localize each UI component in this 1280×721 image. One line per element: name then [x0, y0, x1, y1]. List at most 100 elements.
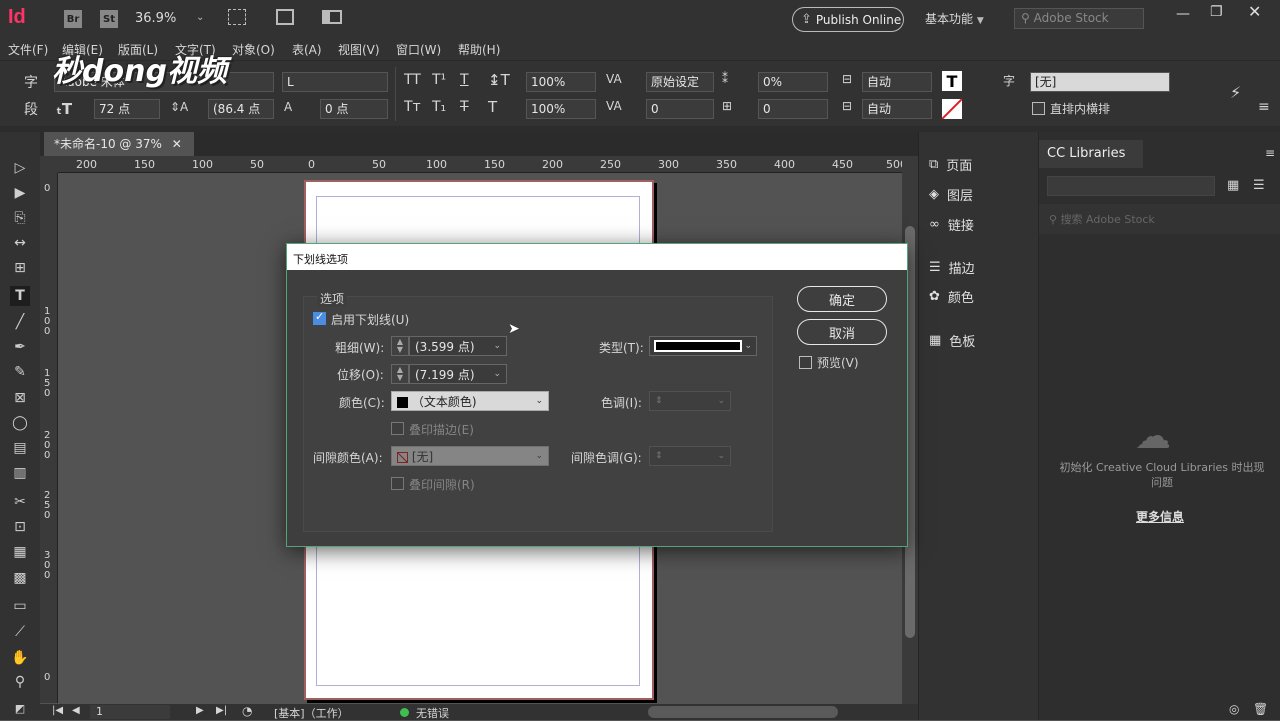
selection-tool-icon[interactable]: ▷ [10, 158, 30, 178]
page-tool-icon[interactable]: ⎘ [10, 208, 30, 228]
small-caps-icon[interactable]: Tт [404, 99, 421, 115]
layers-panel-button[interactable]: ◈ 图层 [929, 182, 973, 206]
zoom-dropdown-icon[interactable]: ⌄ [196, 12, 204, 23]
kerning-field[interactable]: 0 点 [320, 99, 388, 119]
menu-object[interactable]: 对象(O) [232, 41, 275, 58]
ok-button[interactable]: 确定 [797, 286, 887, 312]
direct-selection-tool-icon[interactable]: ▶ [10, 183, 30, 203]
sync-icon[interactable]: ◎ [1229, 702, 1239, 716]
last-page-icon[interactable]: ▶| [216, 705, 227, 716]
ruler-origin[interactable] [40, 156, 58, 173]
minimize-window-icon[interactable]: — [1176, 6, 1190, 22]
horizontal-ruler[interactable]: 200 150 100 50 0 50 100 150 200 250 300 … [58, 156, 907, 173]
gap-color-dropdown[interactable]: [无] ⌄ [391, 446, 549, 466]
overprint-stroke-checkbox[interactable] [391, 422, 404, 435]
pencil-tool-icon[interactable]: ✎ [10, 362, 30, 382]
color-panel-button[interactable]: ✿ 颜色 [929, 284, 974, 308]
restore-window-icon[interactable]: ❐ [1210, 4, 1223, 20]
publish-online-button[interactable]: ⇪ Publish Online [792, 7, 904, 32]
weight-stepper[interactable]: ▲ ▼ [391, 336, 409, 356]
panel-menu-icon[interactable]: ≡ [1258, 99, 1270, 115]
next-page-icon[interactable]: ▶ [196, 705, 204, 716]
first-page-icon[interactable]: |◀ [52, 705, 63, 716]
previous-page-icon[interactable]: ◀ [72, 705, 80, 716]
weight-field[interactable]: (3.599 点) ⌄ [409, 336, 507, 356]
strikethrough-icon[interactable]: T [460, 99, 469, 115]
document-tab[interactable]: *未命名-10 @ 37% ✕ [44, 132, 194, 156]
gradient-feather-tool-icon[interactable]: ▩ [10, 568, 30, 588]
font-style-field[interactable]: L [282, 72, 388, 92]
preflight-status[interactable]: 无错误 [416, 705, 449, 721]
delete-icon[interactable]: 🗑 [1253, 702, 1268, 716]
mojikumi-after-field[interactable]: 自动 [862, 99, 932, 119]
menu-table[interactable]: 表(A) [292, 41, 322, 58]
horizontal-scale-field[interactable]: 100% [526, 99, 596, 119]
eyedropper-tool-icon[interactable]: ⟋ [10, 622, 30, 642]
pages-panel-button[interactable]: ⧉ 页面 [929, 152, 972, 176]
paragraph-mode-button[interactable]: 段 [24, 99, 38, 119]
panel-menu-icon[interactable]: ≡ [1265, 146, 1275, 160]
menu-file[interactable]: 文件(F) [8, 41, 48, 58]
gradient-swatch-tool-icon[interactable]: ▦ [10, 542, 30, 562]
adobe-stock-search[interactable]: ⚲ Adobe Stock [1014, 8, 1144, 29]
table-tool-icon[interactable]: ▤ [10, 438, 30, 458]
content-collector-icon[interactable]: ⊞ [10, 258, 30, 278]
preflight-profile[interactable]: [基本]（工作） [274, 705, 349, 721]
font-size-field[interactable]: 72 点 [94, 99, 160, 119]
grid-view-icon[interactable]: ▦ [1227, 178, 1239, 193]
line-tool-icon[interactable]: ╱ [10, 312, 30, 332]
tint-field[interactable]: ⇕ ⌄ [649, 391, 731, 411]
close-tab-icon[interactable]: ✕ [172, 137, 182, 151]
rectangle-frame-tool-icon[interactable]: ⊠ [10, 388, 30, 408]
note-tool-icon[interactable]: ▭ [10, 596, 30, 616]
offset-field[interactable]: (7.199 点) ⌄ [409, 364, 507, 384]
subscript-icon[interactable]: T₁ [432, 99, 446, 115]
vertical-scale-field[interactable]: 100% [526, 72, 596, 92]
quick-apply-icon[interactable]: ⚡ [1230, 83, 1241, 102]
character-mode-button[interactable]: 字 [24, 72, 38, 92]
tracking-field[interactable]: 0 [646, 99, 714, 119]
aki-field[interactable]: 0 [758, 99, 828, 119]
kerning-preset-field[interactable]: 原始设定 [646, 72, 714, 92]
view-options-icon[interactable] [228, 9, 246, 25]
grid-tool-icon[interactable]: ▥ [10, 463, 30, 483]
gap-tool-icon[interactable]: ↔ [10, 233, 30, 253]
menu-help[interactable]: 帮助(H) [458, 41, 500, 58]
menu-view[interactable]: 视图(V) [338, 41, 380, 58]
text-fill-swatch-icon[interactable]: T [942, 71, 962, 91]
fill-stroke-icon[interactable]: ◩ [10, 698, 30, 718]
color-dropdown[interactable]: （文本颜色) ⌄ [391, 391, 549, 411]
mojikumi-before-field[interactable]: 自动 [862, 72, 932, 92]
gap-tint-field[interactable]: ⇕ ⌄ [649, 446, 731, 466]
vertical-in-horizontal-checkbox[interactable] [1032, 102, 1045, 115]
open-page-icon[interactable]: ◔ [242, 704, 252, 718]
offset-stepper[interactable]: ▲ ▼ [391, 364, 409, 384]
horizontal-scrollbar[interactable] [648, 706, 838, 718]
enable-underline-checkbox[interactable]: ✓ [313, 310, 326, 325]
workspace-switcher[interactable]: 基本功能 ▼ [925, 10, 984, 27]
list-view-icon[interactable]: ☰ [1253, 178, 1265, 193]
bridge-button[interactable]: Br [64, 10, 82, 28]
pen-tool-icon[interactable]: ✒ [10, 337, 30, 357]
cancel-button[interactable]: 取消 [797, 319, 887, 345]
type-tool-icon[interactable]: T [10, 286, 30, 306]
page-number-field[interactable]: 1 [90, 705, 170, 719]
vertical-ruler[interactable]: 0 1 0 0 1 5 0 2 0 0 2 5 0 3 0 0 0 [40, 173, 58, 703]
text-stroke-swatch-icon[interactable] [942, 99, 962, 119]
leading-field[interactable]: (86.4 点 [208, 99, 274, 119]
tsume-field[interactable]: 0% [758, 72, 828, 92]
scissors-tool-icon[interactable]: ✂ [10, 492, 30, 512]
stock-search-field[interactable]: ⚲ 搜索 Adobe Stock [1039, 204, 1280, 234]
zoom-level[interactable]: 36.9% [135, 11, 176, 26]
cc-libraries-tab[interactable]: CC Libraries [1039, 140, 1143, 168]
superscript-icon[interactable]: T¹ [432, 72, 446, 88]
hand-tool-icon[interactable]: ✋ [10, 648, 30, 668]
links-panel-button[interactable]: ∞ 链接 [929, 212, 974, 236]
swatches-panel-button[interactable]: ▦ 色板 [929, 328, 975, 352]
overprint-gap-checkbox[interactable] [391, 477, 404, 490]
menu-window[interactable]: 窗口(W) [396, 41, 441, 58]
screen-mode-icon[interactable] [276, 9, 294, 25]
stroke-type-dropdown[interactable]: ⌄ [649, 336, 757, 356]
language-field[interactable]: [无] [1030, 72, 1170, 92]
close-window-icon[interactable]: ✕ [1248, 2, 1261, 21]
